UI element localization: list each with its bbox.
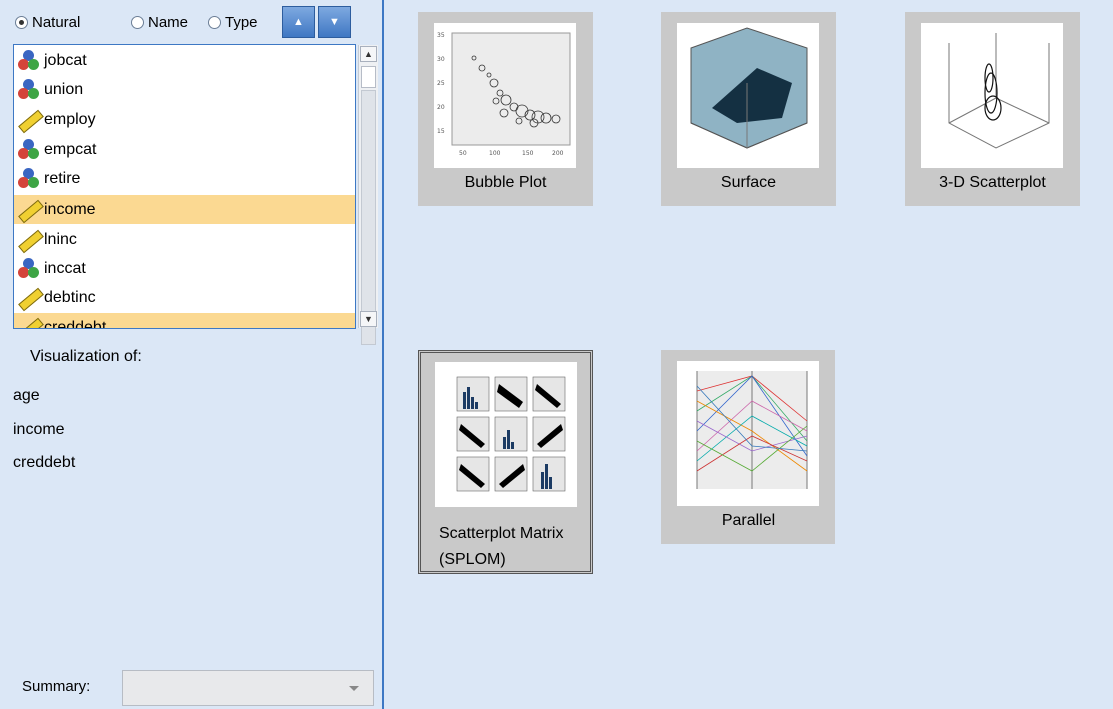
sort-ascending-button[interactable]: ▲ xyxy=(282,6,315,38)
variable-row-inccat[interactable]: inccat xyxy=(14,254,355,283)
variable-name: income xyxy=(44,200,96,218)
svg-text:35: 35 xyxy=(437,32,445,39)
svg-text:100: 100 xyxy=(489,150,501,157)
scrollbar-thumb[interactable] xyxy=(361,66,376,88)
visualization-field-age: age xyxy=(13,387,40,404)
sort-type-radio[interactable]: Type xyxy=(208,12,258,32)
parallel-thumbnail xyxy=(677,361,819,506)
sort-descending-icon: ▼ xyxy=(329,16,340,28)
variable-row-lninc[interactable]: lninc xyxy=(14,225,355,254)
svg-text:30: 30 xyxy=(437,56,445,63)
scroll-down-arrow-icon[interactable]: ▼ xyxy=(360,311,377,327)
variable-row-creddebt[interactable]: creddebt xyxy=(14,313,355,329)
scroll-up-arrow-icon[interactable]: ▲ xyxy=(360,46,377,62)
variable-name: retire xyxy=(44,169,81,187)
gallery-item-label: 3-D Scatterplot xyxy=(939,174,1046,191)
variable-row-income[interactable]: income xyxy=(14,195,355,224)
variable-row-debtinc[interactable]: debtinc xyxy=(14,283,355,312)
gallery-item-label: Bubble Plot xyxy=(464,174,547,191)
gallery-item-bubble-plot[interactable]: 35 30 25 20 15 50 100 150 200 Bubble Plot xyxy=(418,12,593,206)
3d-scatterplot-thumbnail xyxy=(921,23,1063,168)
svg-text:150: 150 xyxy=(522,150,534,157)
chevron-down-icon xyxy=(349,686,359,691)
variables-panel: Natural Name Type ▲ ▼ jobcat union emplo… xyxy=(0,0,384,709)
visualization-of-label: Visualization of: xyxy=(30,348,142,365)
gallery-item-label: Surface xyxy=(720,174,777,191)
sort-name-label: Name xyxy=(148,13,189,31)
variable-row-employ[interactable]: employ xyxy=(14,105,355,134)
variable-list-scrollbar[interactable]: ▲ ▼ xyxy=(358,45,378,345)
gallery-item-label: Parallel xyxy=(721,512,776,529)
gallery-item-label: Scatterplot Matrix (SPLOM) xyxy=(439,525,564,568)
variable-list[interactable]: jobcat union employ empcat retire income… xyxy=(13,44,356,329)
svg-text:25: 25 xyxy=(437,80,445,87)
variable-name: union xyxy=(44,80,84,98)
svg-text:200: 200 xyxy=(552,150,564,157)
sort-bar: Natural Name Type ▲ ▼ xyxy=(0,0,382,42)
nominal-icon xyxy=(16,166,42,192)
variable-name: inccat xyxy=(44,259,86,277)
sort-name-radio[interactable]: Name xyxy=(131,12,188,32)
scale-ruler-icon xyxy=(16,315,44,328)
svg-text:15: 15 xyxy=(437,128,445,135)
summary-label: Summary: xyxy=(22,678,91,695)
sort-ascending-icon: ▲ xyxy=(293,16,304,28)
nominal-icon xyxy=(16,48,42,74)
sort-natural-label: Natural xyxy=(32,13,81,31)
svg-text:20: 20 xyxy=(437,104,445,111)
scale-ruler-icon xyxy=(16,227,44,253)
splom-thumbnail xyxy=(435,362,577,507)
gallery-item-parallel[interactable]: Parallel xyxy=(661,350,835,544)
variable-row-retire[interactable]: retire xyxy=(14,164,355,193)
visualization-field-income: income xyxy=(13,421,65,438)
sort-type-label: Type xyxy=(225,13,258,31)
visualization-field-creddebt: creddebt xyxy=(13,454,76,471)
variable-name: debtinc xyxy=(44,288,96,306)
scale-ruler-icon xyxy=(16,197,44,223)
variable-name: jobcat xyxy=(44,51,87,69)
gallery-item-surface[interactable]: Surface xyxy=(661,12,836,206)
nominal-icon xyxy=(16,77,42,103)
variable-name: creddebt xyxy=(44,318,107,329)
variable-name: empcat xyxy=(44,140,97,158)
variable-row-empcat[interactable]: empcat xyxy=(14,135,355,164)
radio-off-icon xyxy=(208,15,221,29)
radio-on-icon xyxy=(15,15,28,29)
bubble-plot-thumbnail: 35 30 25 20 15 50 100 150 200 xyxy=(434,23,576,168)
nominal-icon xyxy=(16,137,42,163)
gallery-item-scatterplot-matrix[interactable]: Scatterplot Matrix (SPLOM) xyxy=(418,350,593,574)
gallery-item-3d-scatterplot[interactable]: 3-D Scatterplot xyxy=(905,12,1080,206)
scale-ruler-icon xyxy=(16,285,44,311)
sort-descending-button[interactable]: ▼ xyxy=(318,6,351,38)
scale-ruler-icon xyxy=(16,107,44,133)
scrollbar-track[interactable] xyxy=(361,90,376,345)
variable-row-union[interactable]: union xyxy=(14,75,355,104)
summary-dropdown[interactable] xyxy=(122,670,374,706)
variable-row-jobcat[interactable]: jobcat xyxy=(14,46,355,75)
nominal-icon xyxy=(16,256,42,282)
sort-natural-radio[interactable]: Natural xyxy=(15,12,80,32)
surface-thumbnail xyxy=(677,23,819,168)
variable-name: lninc xyxy=(44,230,77,248)
radio-off-icon xyxy=(131,15,144,29)
svg-text:50: 50 xyxy=(459,150,467,157)
variable-name: employ xyxy=(44,110,96,128)
